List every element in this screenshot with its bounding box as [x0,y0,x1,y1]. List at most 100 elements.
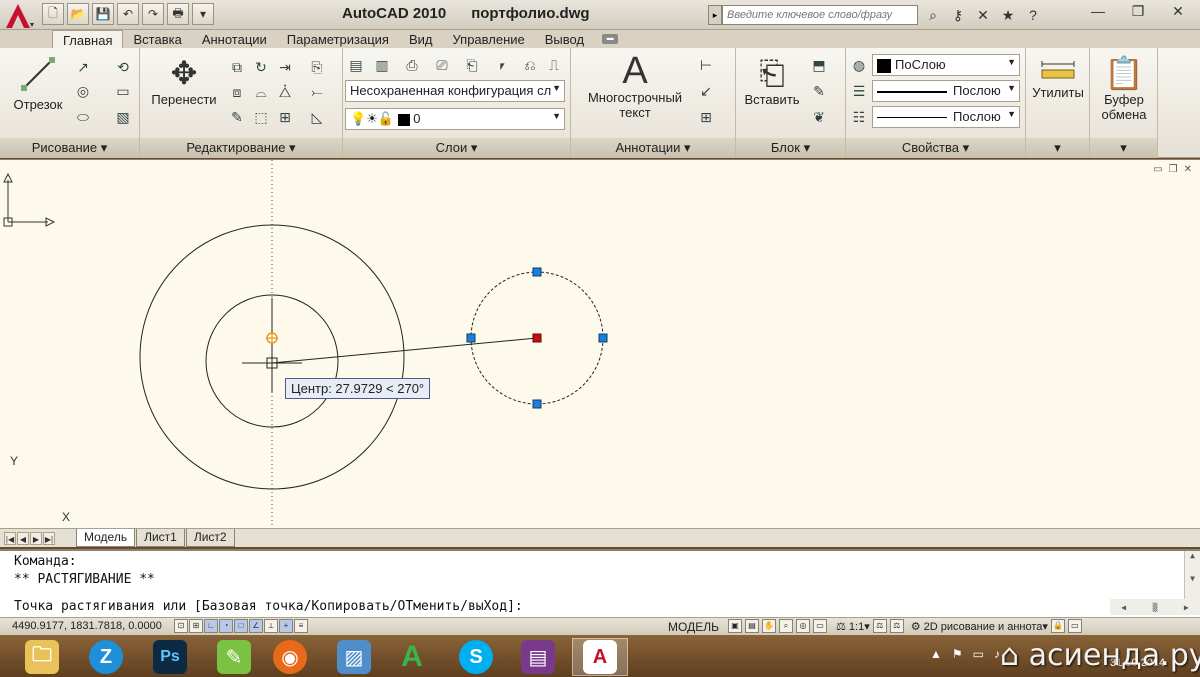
color-select[interactable]: ПоСлою ▼ [872,54,1020,76]
clipboard-panel-expand[interactable]: ▾ [1090,138,1157,158]
insert-block-button[interactable]: ⎗ Вставить [740,54,804,107]
snap-toggle-icon[interactable]: ⊡ [174,619,188,633]
tab-annotate[interactable]: Аннотации [192,30,277,48]
tab-home[interactable]: Главная [52,30,124,48]
clean-screen-icon[interactable]: ▭ [1067,619,1082,633]
explode-icon[interactable]: ⧊ [274,81,296,103]
otrack-toggle-icon[interactable]: ∠ [249,619,263,633]
restore-button[interactable]: ❐ [1118,0,1158,22]
mirror-icon[interactable]: ⧈ [226,81,248,103]
tab-view[interactable]: Вид [399,30,443,48]
polyline-icon[interactable]: ↗ [72,56,94,78]
erase-icon[interactable]: ⎘ [306,56,328,78]
close-button[interactable]: ✕ [1158,0,1198,22]
lineweight-icon[interactable]: ☰ [848,80,870,102]
tray-expand-icon[interactable]: ▲ [930,647,942,661]
dyn-toggle-icon[interactable]: + [279,619,293,633]
workspace-switch[interactable]: ⚙ 2D рисование и аннота▾ [911,620,1048,633]
viewport-restore-icon[interactable]: ❐ [1169,164,1178,175]
taskbar-explorer[interactable]: 🗀 [14,638,70,676]
plot-icon[interactable]: 🖶 [167,3,189,25]
stretch-icon[interactable]: ✎ [226,106,248,128]
taskbar-skype[interactable]: S [448,638,504,676]
leader-icon[interactable]: ↙ [695,80,717,102]
taskbar-photo-viewer[interactable]: ▨ [326,638,382,676]
zoom-icon[interactable]: ⌕ [779,619,793,633]
clipboard-button[interactable]: 📋 Буфер обмена [1092,54,1156,122]
layer-state-icon[interactable]: ▥ [371,54,393,76]
qat-dropdown-icon[interactable]: ▾ [192,3,214,25]
layer-off-icon[interactable]: ⎍ [543,54,565,76]
tab-manage[interactable]: Управление [442,30,534,48]
drawing-canvas[interactable]: ▭ ❐ ✕ Центр: 27.9729 < 270° Y X [0,159,1200,529]
modify-panel-label[interactable]: Редактирование ▾ [140,138,342,158]
tab-insert[interactable]: Вставка [123,30,191,48]
multiline-text-button[interactable]: A Многострочный текст [581,52,689,120]
layer-previous-icon[interactable]: ⎚ [431,54,453,76]
array-icon[interactable]: ⊞ [274,106,296,128]
edit-block-icon[interactable]: ✎ [808,80,830,102]
grid-toggle-icon[interactable]: ⊞ [189,619,203,633]
taskbar-sketchup[interactable]: ✎ [206,638,262,676]
tab-sheet2[interactable]: Лист2 [185,529,235,547]
ellipse-icon[interactable]: ⬭ [72,106,94,128]
taskbar-winrar[interactable]: ▤ [510,638,566,676]
lwt-toggle-icon[interactable]: ≡ [294,619,308,633]
steering-wheel-icon[interactable]: ◎ [796,619,810,633]
polar-toggle-icon[interactable]: ◔ [219,619,233,633]
grip-bottom[interactable] [532,399,542,409]
annotation-scale[interactable]: ⚖ 1:1▾ [836,620,870,633]
viewport-close-icon[interactable]: ✕ [1184,164,1192,175]
search-expand-icon[interactable]: ▸ [708,5,722,25]
search-input[interactable] [722,5,918,25]
model-space-button[interactable]: МОДЕЛЬ [668,620,719,634]
tab-sheet1[interactable]: Лист1 [136,529,185,547]
hatch-icon[interactable]: ▧ [112,106,134,128]
command-hscrollbar[interactable]: ◀ ▒ ▶ [1110,599,1200,615]
move-button[interactable]: ✥ Перенести [144,54,224,107]
new-file-icon[interactable]: 🗋 [42,3,64,25]
minimize-button[interactable]: — [1078,0,1118,22]
layer-state-select[interactable]: Несохраненная конфигурация сл ▼ [345,80,565,102]
layer-properties-icon[interactable]: ▤ [345,54,367,76]
rotate-icon[interactable]: ↻ [250,56,272,78]
block-panel-label[interactable]: Блок ▾ [736,138,845,158]
first-layout-icon[interactable]: |◀ [4,532,16,545]
ribbon-minimize-icon[interactable]: ▬ [602,34,619,44]
taskbar-autocad[interactable]: A [572,638,628,676]
osnap-toggle-icon[interactable]: □ [234,619,248,633]
layers-panel-label[interactable]: Слои ▾ [343,138,570,158]
grip-left[interactable] [466,333,476,343]
communication-icon[interactable]: ✕ [972,4,994,26]
draw-panel-label[interactable]: Рисование ▾ [0,138,139,158]
help-icon[interactable]: ? [1022,4,1044,26]
grip-right[interactable] [598,333,608,343]
scale-icon[interactable]: ⬚ [250,106,272,128]
next-layout-icon[interactable]: ▶ [30,532,42,545]
layer-isolate-icon[interactable]: ⎗ [461,54,483,76]
tab-output[interactable]: Вывод [535,30,594,48]
arc-icon[interactable]: ⟲ [112,56,134,78]
lock-ui-icon[interactable]: 🔒 [1050,619,1065,633]
command-vscrollbar[interactable]: ▲ ▼ [1184,551,1200,599]
lineweight-select[interactable]: Послою ▼ [872,80,1020,102]
trim-icon[interactable]: ⇥ [274,56,296,78]
grip-top[interactable] [532,267,542,277]
linetype-icon[interactable]: ☷ [848,106,870,128]
save-icon[interactable]: 💾 [92,3,114,25]
taskbar-zoiper[interactable]: Z [78,638,134,676]
application-menu-button[interactable] [2,1,40,31]
last-layout-icon[interactable]: ▶| [43,532,55,545]
layer-unisolate-icon[interactable]: ⎖ [491,54,513,76]
utilities-button[interactable]: Утилиты [1028,58,1088,100]
grip-center-hot[interactable] [532,333,542,343]
linetype-select[interactable]: Послою ▼ [872,106,1020,128]
coordinate-readout[interactable]: 4490.9177, 1831.7818, 0.0000 [12,620,162,632]
annotation-panel-label[interactable]: Аннотации ▾ [571,138,735,158]
current-layer-select[interactable]: 💡☀🔓 0 ▼ [345,108,565,130]
binoculars-icon[interactable]: ⌕ [922,4,944,26]
color-wheel-icon[interactable]: ◍ [848,54,870,76]
create-block-icon[interactable]: ⬒ [808,54,830,76]
edit-attributes-icon[interactable]: ❦ [808,106,830,128]
tab-model[interactable]: Модель [76,529,136,547]
